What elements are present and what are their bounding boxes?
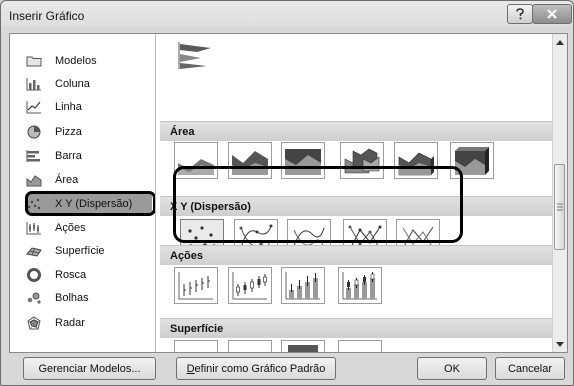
button-label: Gerenciar Modelos...	[38, 362, 141, 375]
scroll-up-button[interactable]	[553, 34, 567, 50]
sidebar-item-area[interactable]: Área	[26, 170, 152, 189]
sidebar-item-modelos[interactable]: Modelos	[26, 51, 152, 70]
scroll-down-button[interactable]	[553, 336, 567, 352]
doughnut-chart-icon	[26, 267, 42, 282]
sidebar-item-rosca[interactable]: Rosca	[26, 265, 152, 284]
ok-button[interactable]: OK	[417, 357, 487, 380]
button-label: Cancelar	[507, 362, 553, 375]
area-subtype-2[interactable]	[228, 142, 272, 179]
bar-subtype-thumbnail[interactable]	[175, 38, 219, 75]
area-subtype-3d-1[interactable]	[340, 142, 384, 179]
sidebar-item-label: Área	[55, 173, 79, 186]
sidebar-item-label: Superfície	[55, 244, 105, 257]
accelerator-key: D	[186, 362, 195, 375]
cancel-button[interactable]: Cancelar	[495, 357, 565, 380]
title-bar: Inserir Gráfico	[1, 1, 573, 31]
section-title: X Y (Dispersão)	[170, 200, 251, 213]
sidebar-item-label: Pizza	[55, 125, 82, 138]
line-chart-icon	[26, 100, 42, 114]
panel-divider	[155, 34, 156, 352]
sidebar-item-linha[interactable]: Linha	[26, 97, 152, 116]
sidebar-item-label: Ações	[55, 221, 86, 234]
close-button[interactable]	[532, 4, 572, 24]
chevron-down-icon	[556, 341, 564, 347]
stock-subtype-3[interactable]	[281, 267, 325, 304]
sidebar-item-label: X Y (Dispersão)	[55, 197, 133, 210]
area-subtype-3d-3[interactable]	[450, 142, 494, 179]
close-icon	[547, 9, 557, 19]
stock-subtype-2[interactable]	[228, 267, 272, 304]
sidebar-item-acoes[interactable]: Ações	[26, 218, 152, 237]
area-subtype-1[interactable]	[174, 142, 218, 179]
stock-chart-icon	[26, 221, 42, 235]
area-subtype-3d-2[interactable]	[394, 142, 438, 179]
sidebar-item-barra[interactable]: Barra	[26, 146, 152, 165]
column-chart-icon	[26, 77, 42, 91]
set-default-chart-button[interactable]: Definir como Gráfico Padrão	[176, 357, 336, 380]
surface-subtype-2[interactable]	[228, 340, 272, 352]
bubble-chart-icon	[26, 291, 42, 305]
chart-subtype-gallery: Área X Y (Dispersão) Ações Superfície	[160, 34, 552, 352]
section-header-xy-scatter: X Y (Dispersão)	[160, 196, 552, 216]
sidebar-item-coluna[interactable]: Coluna	[26, 74, 152, 93]
chart-type-list: Modelos Coluna Linha Pizza Barra Área X …	[10, 34, 156, 352]
grip-icon	[557, 203, 563, 211]
manage-templates-button[interactable]: Gerenciar Modelos...	[23, 357, 156, 380]
surface-subtype-1[interactable]	[174, 340, 218, 352]
section-title: Superfície	[170, 322, 224, 335]
pie-chart-icon	[26, 125, 42, 139]
area-subtype-3[interactable]	[281, 142, 325, 179]
surface-subtype-4[interactable]	[338, 340, 382, 352]
sidebar-item-label: Rosca	[55, 268, 87, 281]
help-button[interactable]	[507, 4, 533, 24]
sidebar-item-label: Radar	[55, 316, 85, 329]
button-label-rest: efinir como Gráfico Padrão	[194, 362, 326, 375]
section-header-stock: Ações	[160, 245, 552, 265]
sidebar-item-label: Coluna	[55, 77, 90, 90]
surface-subtype-3[interactable]	[281, 340, 325, 352]
dialog-content: Modelos Coluna Linha Pizza Barra Área X …	[9, 33, 568, 353]
sidebar-item-label: Barra	[55, 149, 82, 162]
sidebar-item-pizza[interactable]: Pizza	[26, 122, 152, 141]
scroll-thumb[interactable]	[554, 164, 565, 250]
sidebar-item-radar[interactable]: Radar	[26, 313, 152, 332]
scatter-chart-icon	[26, 197, 42, 211]
section-header-area: Área	[160, 121, 552, 141]
sidebar-item-superficie[interactable]: Superfície	[26, 241, 152, 260]
folder-icon	[26, 54, 42, 68]
dialog-title: Inserir Gráfico	[9, 9, 85, 23]
radar-chart-icon	[26, 315, 42, 330]
sidebar-item-label: Linha	[55, 100, 82, 113]
button-label: OK	[444, 362, 460, 375]
help-icon	[516, 8, 524, 20]
stock-subtype-4[interactable]	[338, 267, 382, 304]
stock-subtype-1[interactable]	[174, 267, 218, 304]
gallery-scrollbar[interactable]	[552, 34, 567, 352]
sidebar-item-label: Modelos	[55, 54, 97, 67]
section-title: Ações	[170, 249, 204, 262]
surface-chart-icon	[26, 244, 42, 258]
bar-chart-icon	[26, 149, 42, 163]
section-title: Área	[170, 125, 195, 138]
sidebar-item-label: Bolhas	[55, 291, 89, 304]
section-header-surface: Superfície	[160, 318, 552, 338]
button-label: Definir como Gráfico Padrão	[187, 363, 326, 375]
sidebar-item-xy-dispersao[interactable]: X Y (Dispersão)	[26, 194, 152, 213]
sidebar-item-bolhas[interactable]: Bolhas	[26, 288, 152, 307]
insert-chart-dialog: Inserir Gráfico Modelos Coluna Linha Piz…	[0, 0, 574, 386]
area-chart-icon	[26, 173, 42, 187]
chevron-up-icon	[556, 39, 564, 45]
